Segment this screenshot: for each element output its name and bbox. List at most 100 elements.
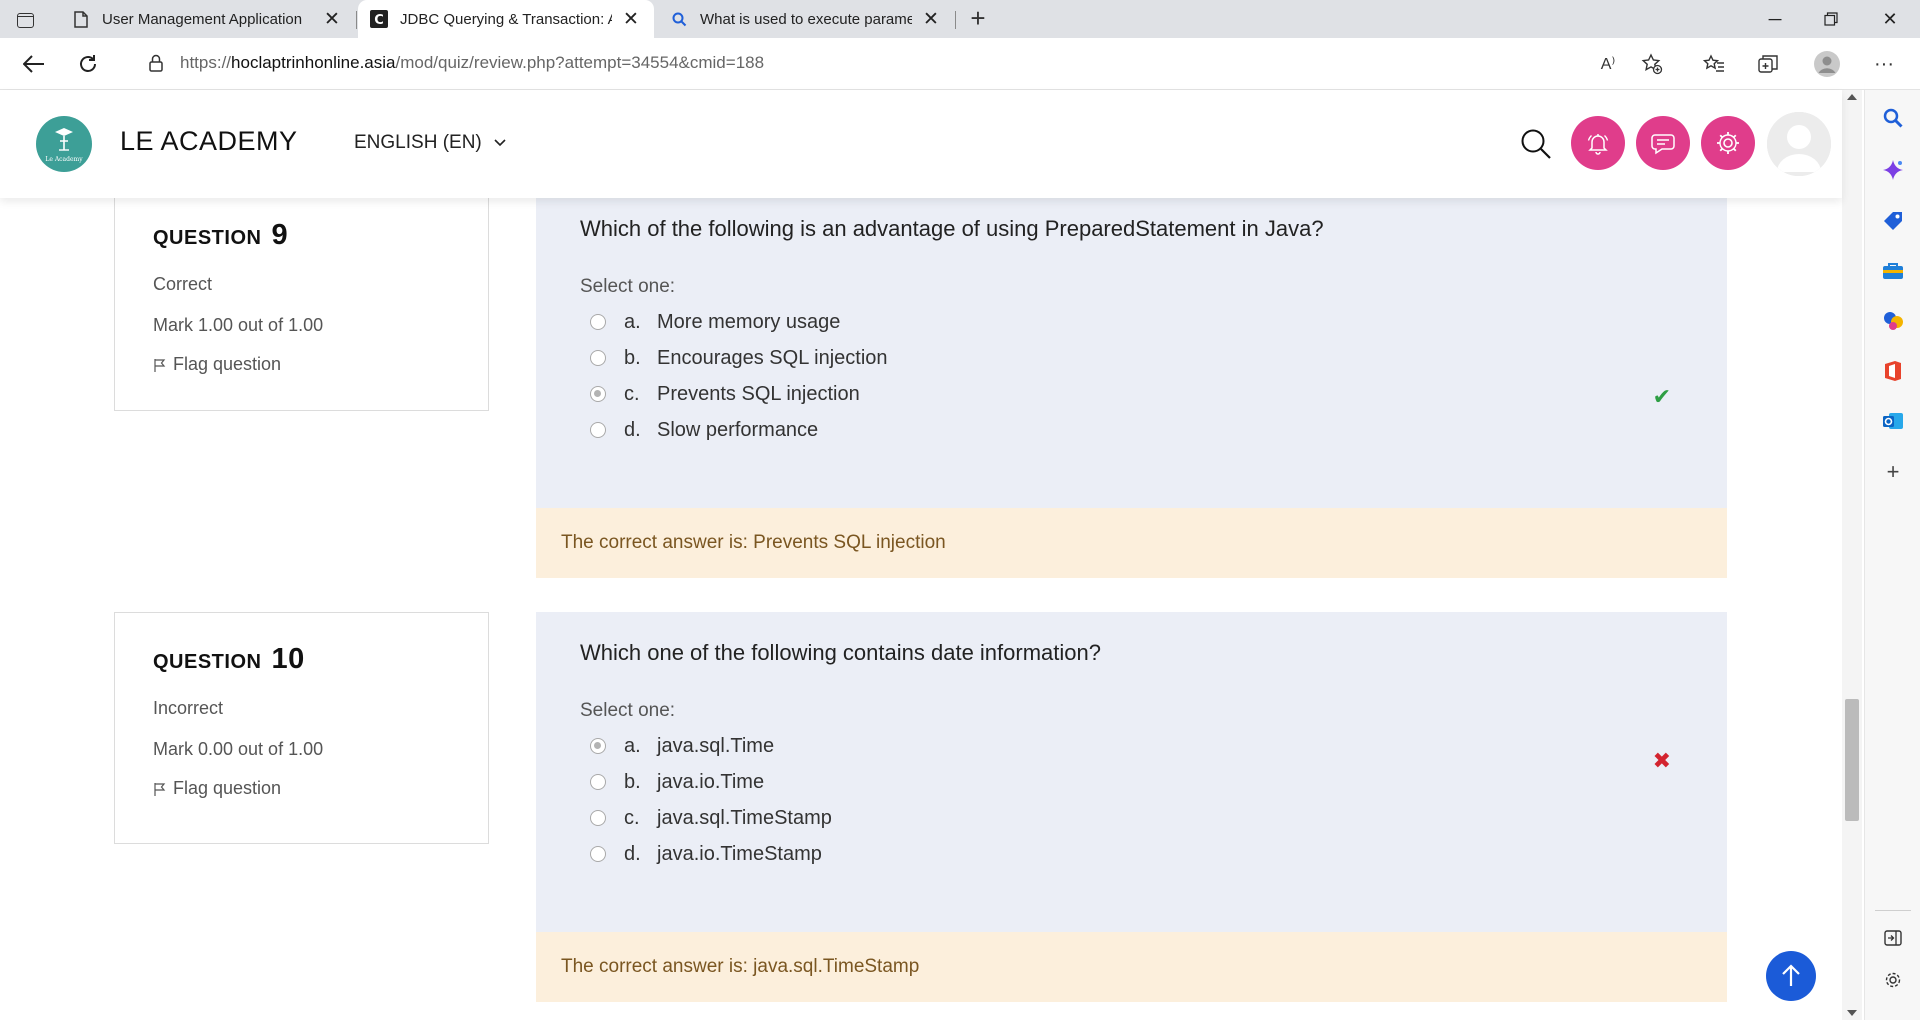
copilot-sparkle-icon[interactable] bbox=[1879, 156, 1907, 184]
answer-radio-selected[interactable] bbox=[590, 738, 606, 754]
close-tab-icon[interactable]: ✕ bbox=[920, 8, 942, 30]
quiz-review-content: QUESTION 9 Correct Mark 1.00 out of 1.00… bbox=[0, 198, 1842, 1020]
flag-question-link[interactable]: Flag question bbox=[153, 354, 450, 375]
page-scrollbar[interactable] bbox=[1842, 90, 1862, 1020]
address-bar[interactable]: https://hoclaptrinhonline.asia/mod/quiz/… bbox=[126, 45, 1686, 81]
profile-avatar-icon[interactable] bbox=[1813, 50, 1841, 78]
scroll-up-arrow[interactable] bbox=[1847, 94, 1857, 100]
answer-letter: c. bbox=[624, 806, 640, 829]
answer-option[interactable]: c. java.sql.TimeStamp bbox=[580, 800, 1683, 836]
messages-button[interactable] bbox=[1636, 116, 1690, 170]
more-menu-icon[interactable]: ··· bbox=[1870, 50, 1898, 78]
site-brand[interactable]: LE ACADEMY bbox=[120, 126, 298, 157]
site-header: Le Academy LE ACADEMY ENGLISH (EN) bbox=[0, 90, 1842, 198]
search-icon[interactable] bbox=[1879, 104, 1907, 132]
answer-radio[interactable] bbox=[590, 422, 606, 438]
question-text: Which of the following is an advantage o… bbox=[580, 216, 1324, 241]
collections-icon[interactable] bbox=[1755, 50, 1783, 78]
search-icon[interactable] bbox=[1518, 126, 1554, 162]
tab-jdbc-quiz[interactable]: C JDBC Querying & Transaction: At ✕ bbox=[358, 0, 654, 38]
office-icon[interactable] bbox=[1879, 357, 1907, 385]
outlook-icon[interactable] bbox=[1879, 407, 1907, 435]
back-to-top-button[interactable] bbox=[1766, 951, 1816, 1001]
settings-button[interactable] bbox=[1701, 116, 1755, 170]
shopping-tag-icon[interactable] bbox=[1879, 207, 1907, 235]
academy-logo[interactable]: Le Academy bbox=[36, 116, 92, 172]
answer-radio[interactable] bbox=[590, 350, 606, 366]
favorites-icon[interactable] bbox=[1700, 50, 1728, 78]
notifications-button[interactable] bbox=[1571, 116, 1625, 170]
answer-letter: c. bbox=[624, 382, 640, 405]
url-prefix: https:// bbox=[180, 53, 232, 72]
bell-icon bbox=[1587, 134, 1609, 155]
select-prompt: Select one: bbox=[580, 276, 676, 297]
question-state: Correct bbox=[153, 274, 213, 294]
add-sidebar-app-icon[interactable]: + bbox=[1879, 458, 1907, 486]
site-favicon-icon: C bbox=[370, 10, 388, 28]
lock-icon[interactable] bbox=[146, 53, 166, 73]
answer-radio-selected[interactable] bbox=[590, 386, 606, 402]
select-prompt: Select one: bbox=[580, 700, 676, 721]
edge-sidebar: + bbox=[1864, 90, 1920, 1020]
sidebar-settings-gear-icon[interactable] bbox=[1879, 966, 1907, 994]
correct-answer-feedback: The correct answer is: Prevents SQL inje… bbox=[536, 508, 1727, 578]
games-icon[interactable] bbox=[1879, 307, 1907, 335]
question-info-card: QUESTION 9 Correct Mark 1.00 out of 1.00… bbox=[114, 198, 489, 411]
tab-label: What is used to execute paramet bbox=[700, 10, 912, 28]
flag-question-link[interactable]: Flag question bbox=[153, 778, 450, 799]
answer-option[interactable]: d. Slow performance bbox=[580, 412, 1683, 448]
answer-letter: d. bbox=[624, 842, 641, 865]
document-icon bbox=[72, 10, 90, 28]
tab-strip: User Management Application ✕ C JDBC Que… bbox=[0, 0, 1920, 38]
answer-option[interactable]: a. More memory usage bbox=[580, 304, 1683, 340]
add-favorite-icon[interactable] bbox=[1638, 50, 1666, 78]
question-word: QUESTION bbox=[153, 651, 262, 673]
close-window-button[interactable]: ✕ bbox=[1862, 0, 1918, 38]
logo-caption: Le Academy bbox=[45, 156, 83, 163]
answer-list: a. java.sql.Time b. java.io.Time c. java.sq… bbox=[580, 728, 1683, 872]
question-grade: Mark 1.00 out of 1.00 bbox=[153, 315, 324, 335]
answer-option[interactable]: a. java.sql.Time bbox=[580, 728, 1683, 764]
answer-option[interactable]: d. java.io.TimeStamp bbox=[580, 836, 1683, 872]
scrollbar-thumb[interactable] bbox=[1845, 699, 1859, 821]
tab-user-management[interactable]: User Management Application ✕ bbox=[60, 0, 355, 38]
minimize-button[interactable]: ─ bbox=[1747, 0, 1803, 38]
restore-button[interactable] bbox=[1803, 0, 1859, 38]
url-host: hoclaptrinhonline.asia bbox=[231, 53, 396, 72]
close-tab-icon[interactable]: ✕ bbox=[620, 8, 642, 30]
new-tab-button[interactable]: + bbox=[964, 5, 992, 33]
answer-text: Encourages SQL injection bbox=[657, 346, 888, 369]
answer-radio[interactable] bbox=[590, 810, 606, 826]
sidebar-divider bbox=[1875, 910, 1911, 911]
close-tab-icon[interactable]: ✕ bbox=[321, 8, 343, 30]
back-button[interactable] bbox=[18, 48, 50, 80]
answer-option[interactable]: b. java.io.Time bbox=[580, 764, 1683, 800]
answer-radio[interactable] bbox=[590, 314, 606, 330]
language-selector[interactable]: ENGLISH (EN) bbox=[354, 132, 506, 154]
answer-letter: b. bbox=[624, 770, 641, 793]
question-info-card: QUESTION 10 Incorrect Mark 0.00 out of 1… bbox=[114, 612, 489, 844]
answer-radio[interactable] bbox=[590, 846, 606, 862]
answer-letter: d. bbox=[624, 418, 641, 441]
answer-option[interactable]: b. Encourages SQL injection bbox=[580, 340, 1683, 376]
answer-text: java.sql.TimeStamp bbox=[657, 806, 832, 829]
answer-letter: b. bbox=[624, 346, 641, 369]
question-text: Which one of the following contains date… bbox=[580, 640, 1101, 665]
tools-briefcase-icon[interactable] bbox=[1879, 257, 1907, 285]
question-grade: Mark 0.00 out of 1.00 bbox=[153, 739, 324, 759]
tab-search-results[interactable]: What is used to execute paramet ✕ bbox=[658, 0, 954, 38]
flag-question-label: Flag question bbox=[173, 778, 282, 798]
tab-divider bbox=[356, 11, 357, 29]
read-aloud-icon[interactable]: A⁾ bbox=[1594, 50, 1622, 78]
answer-option[interactable]: c. Prevents SQL injection bbox=[580, 376, 1683, 412]
hide-sidebar-icon[interactable] bbox=[1879, 924, 1907, 952]
question-number: QUESTION 10 bbox=[153, 643, 450, 676]
tab-actions-icon[interactable] bbox=[10, 7, 40, 33]
scroll-down-arrow[interactable] bbox=[1847, 1010, 1857, 1016]
answer-list: a. More memory usage b. Encourages SQL inj… bbox=[580, 304, 1683, 448]
answer-radio[interactable] bbox=[590, 774, 606, 790]
url-text: https://hoclaptrinhonline.asia/mod/quiz/… bbox=[180, 53, 764, 73]
tab-label: User Management Application bbox=[102, 10, 303, 28]
user-avatar[interactable] bbox=[1767, 112, 1831, 176]
refresh-button[interactable] bbox=[72, 48, 104, 80]
